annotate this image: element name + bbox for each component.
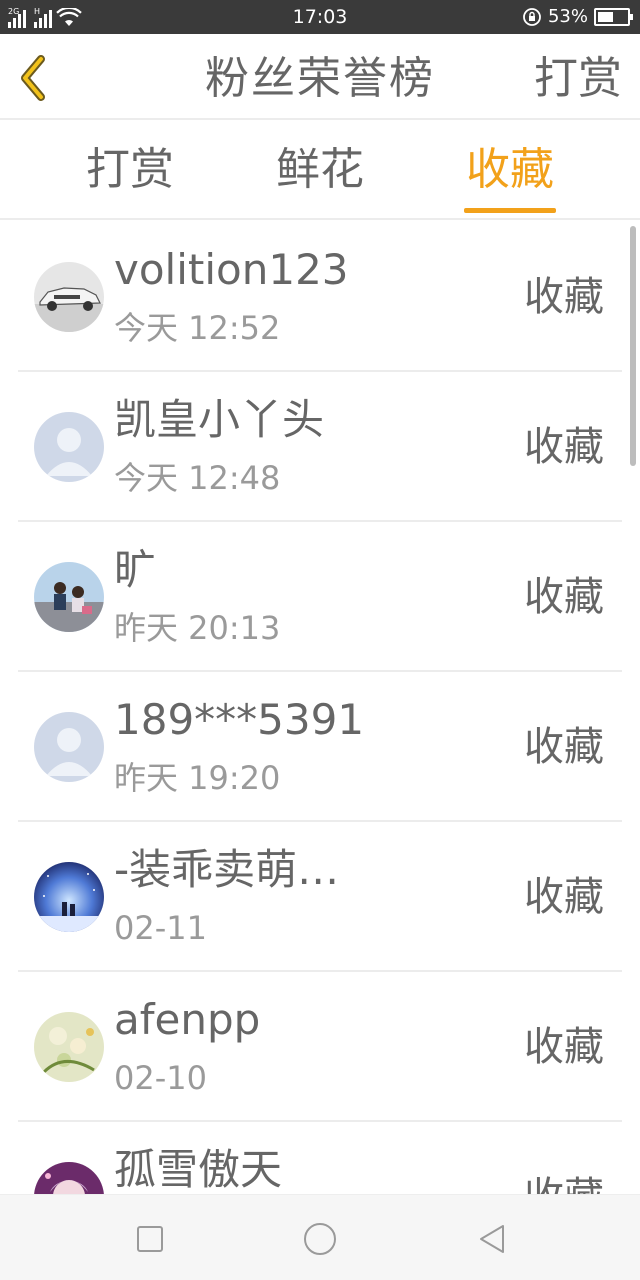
fan-time: 02-11: [114, 909, 207, 947]
fan-name: 189***5391: [114, 695, 365, 744]
home-icon: [304, 1223, 336, 1255]
list-item[interactable]: volition123 今天 12:52 收藏: [18, 222, 622, 372]
battery-percent: 53%: [547, 6, 588, 27]
status-bar: 2G H 17:03 53%: [0, 0, 640, 34]
fan-action-label: 收藏: [524, 574, 604, 620]
fan-action-label: 收藏: [524, 1172, 604, 1194]
recent-apps-icon: [137, 1226, 163, 1252]
fan-name: 孤雪傲天: [114, 1145, 283, 1194]
home-button[interactable]: [300, 1219, 340, 1259]
default-avatar[interactable]: [34, 712, 104, 782]
fan-time: 02-10: [114, 1059, 207, 1097]
list-item[interactable]: -装乖卖萌… 02-11 收藏: [18, 822, 622, 972]
anime-girl-avatar[interactable]: [34, 1162, 104, 1194]
flower-art-avatar[interactable]: [34, 1012, 104, 1082]
list-item[interactable]: 旷 昨天 20:13 收藏: [18, 522, 622, 672]
system-nav-bar: [0, 1194, 640, 1280]
app-header: 粉丝荣誉榜 打赏: [0, 34, 640, 120]
status-right: 53%: [522, 5, 633, 29]
fan-action-label: 收藏: [524, 874, 604, 920]
nav-back-button[interactable]: [472, 1219, 512, 1259]
tab-bar: 打赏 鲜花 收藏: [0, 120, 640, 220]
fan-name: 凯皇小丫头: [114, 395, 325, 444]
list-item[interactable]: afenpp 02-10 收藏: [18, 972, 622, 1122]
recent-apps-button[interactable]: [130, 1219, 170, 1259]
battery-icon: [594, 8, 633, 26]
active-tab-indicator: [464, 208, 556, 213]
list-item[interactable]: 凯皇小丫头 今天 12:48 收藏: [18, 372, 622, 522]
fan-name: -装乖卖萌…: [114, 845, 340, 894]
list-item[interactable]: 189***5391 昨天 19:20 收藏: [18, 672, 622, 822]
fan-time: 昨天 19:20: [114, 759, 281, 797]
tab-favorites[interactable]: 收藏: [450, 142, 570, 198]
night-sky-avatar[interactable]: [34, 862, 104, 932]
tab-reward[interactable]: 打赏: [70, 142, 190, 198]
list-item[interactable]: 孤雪傲天 收藏: [18, 1122, 622, 1194]
fan-name: afenpp: [114, 995, 261, 1044]
tab-flowers[interactable]: 鲜花: [260, 142, 380, 198]
scrollbar[interactable]: [630, 226, 636, 466]
fan-action-label: 收藏: [524, 724, 604, 770]
fan-time: 昨天 20:13: [114, 609, 281, 647]
fan-action-label: 收藏: [524, 1024, 604, 1070]
car-photo-avatar[interactable]: [34, 262, 104, 332]
reward-button[interactable]: 打赏: [534, 52, 622, 106]
fan-list[interactable]: volition123 今天 12:52 收藏 凯皇小丫头 今天 12:48 收…: [0, 222, 640, 1194]
battery-fill: [598, 12, 613, 22]
fan-action-label: 收藏: [524, 424, 604, 470]
couple-photo-avatar[interactable]: [34, 562, 104, 632]
fan-name: 旷: [114, 545, 157, 594]
fan-action-label: 收藏: [524, 274, 604, 320]
rotation-lock-icon: [523, 8, 541, 26]
fan-time: 今天 12:52: [114, 309, 281, 347]
fan-name: volition123: [114, 245, 349, 294]
default-avatar[interactable]: [34, 412, 104, 482]
fan-time: 今天 12:48: [114, 459, 281, 497]
back-icon: [480, 1225, 504, 1253]
